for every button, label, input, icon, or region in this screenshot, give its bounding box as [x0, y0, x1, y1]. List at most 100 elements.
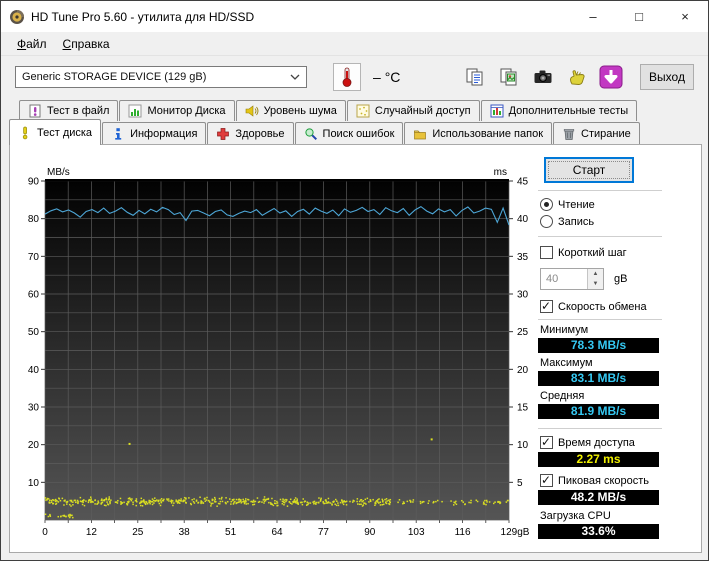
- svg-text:25: 25: [517, 327, 529, 338]
- app-window: HD Tune Pro 5.60 - утилита для HD/SSD – …: [0, 0, 709, 561]
- stride-size-spinner[interactable]: 40 ▲ ▼: [540, 268, 604, 290]
- tab-strip: Тест в файл Монитор Диска Уровень шума С…: [1, 99, 708, 145]
- spinner-up-icon[interactable]: ▲: [588, 269, 603, 279]
- burst-rate-checkbox[interactable]: Пиковая скорость: [540, 473, 662, 487]
- svg-text:35: 35: [517, 252, 529, 263]
- divider: [538, 190, 662, 191]
- benchmark-chart: 908070605040302010454035302520151050 12 25…: [28, 167, 529, 538]
- tab-noise-level[interactable]: Уровень шума: [235, 100, 346, 121]
- svg-text:0: 0: [42, 527, 48, 538]
- svg-text:15: 15: [517, 403, 529, 414]
- checkbox-icon: [540, 473, 553, 487]
- tab-information[interactable]: Информация: [102, 122, 207, 144]
- extra-tests-icon: [490, 104, 504, 118]
- chevron-down-icon: [290, 74, 300, 80]
- svg-text:25: 25: [132, 527, 144, 538]
- short-stride-checkbox[interactable]: Короткий шаг: [540, 246, 662, 259]
- svg-text:12: 12: [86, 527, 98, 538]
- svg-text:40: 40: [28, 365, 40, 376]
- exit-button[interactable]: Выход: [640, 64, 694, 90]
- temperature-value: – °C: [373, 69, 401, 85]
- svg-text:116: 116: [455, 527, 471, 538]
- checkbox-icon: [540, 435, 553, 449]
- average-label: Средняя: [540, 390, 585, 402]
- device-select[interactable]: Generic STORAGE DEVICE (129 gB): [15, 66, 307, 88]
- divider: [538, 428, 662, 429]
- read-radio[interactable]: Чтение: [540, 198, 662, 211]
- svg-text:45: 45: [517, 177, 529, 188]
- svg-text:40: 40: [517, 214, 529, 225]
- close-button[interactable]: ×: [662, 1, 708, 32]
- minimize-button[interactable]: –: [570, 1, 616, 32]
- svg-text:129gB: 129gB: [501, 527, 529, 538]
- copy-image-button[interactable]: [495, 64, 522, 91]
- tab-error-scan[interactable]: Поиск ошибок: [294, 122, 404, 144]
- minimum-value: 78.3 MB/s: [538, 338, 659, 353]
- erase-icon: [563, 128, 575, 140]
- tab-extra-tests[interactable]: Дополнительные тесты: [480, 100, 638, 121]
- copy-text-button[interactable]: [461, 64, 488, 91]
- maximize-button[interactable]: □: [616, 1, 662, 32]
- svg-text:90: 90: [28, 177, 40, 188]
- svg-text:38: 38: [179, 527, 191, 538]
- camera-icon: [534, 70, 551, 83]
- copy-image-icon: [500, 68, 516, 86]
- tab-disk-monitor[interactable]: Монитор Диска: [119, 100, 235, 121]
- thermometer-icon: [342, 67, 352, 87]
- svg-text:5: 5: [517, 478, 523, 489]
- minimum-label: Минимум: [540, 324, 589, 336]
- stride-unit-label: gB: [614, 273, 628, 285]
- svg-text:70: 70: [28, 252, 40, 263]
- info-icon: [115, 127, 122, 140]
- tab-disk-benchmark[interactable]: Тест диска: [9, 119, 102, 145]
- svg-text:103: 103: [408, 527, 425, 538]
- write-radio[interactable]: Запись: [540, 215, 662, 228]
- svg-text:30: 30: [28, 403, 40, 414]
- disk-monitor-icon: [128, 104, 142, 118]
- svg-text:77: 77: [318, 527, 330, 538]
- tab-file-benchmark[interactable]: Тест в файл: [19, 100, 119, 121]
- svg-text:ms: ms: [494, 167, 507, 178]
- svg-text:90: 90: [364, 527, 376, 538]
- radio-icon: [540, 215, 553, 228]
- copy-text-icon: [466, 68, 482, 86]
- hand-save-button[interactable]: [563, 64, 590, 91]
- cpu-usage-value: 33.6%: [538, 524, 659, 539]
- cpu-usage-label: Загрузка CPU: [540, 510, 611, 522]
- spinner-down-icon[interactable]: ▼: [588, 279, 603, 289]
- maximum-value: 83.1 MB/s: [538, 371, 659, 386]
- svg-text:10: 10: [28, 478, 40, 489]
- svg-text:10: 10: [517, 440, 529, 451]
- menu-help[interactable]: Справка: [55, 34, 118, 54]
- screenshot-button[interactable]: [529, 64, 556, 91]
- device-select-value: Generic STORAGE DEVICE (129 gB): [22, 71, 207, 83]
- menu-file[interactable]: Файл: [9, 34, 55, 54]
- tab-erase[interactable]: Стирание: [553, 122, 640, 144]
- disk-test-icon: [22, 126, 28, 139]
- title-bar: HD Tune Pro 5.60 - утилита для HD/SSD – …: [1, 1, 708, 32]
- error-scan-icon: [304, 127, 317, 140]
- access-time-checkbox[interactable]: Время доступа: [540, 435, 662, 449]
- download-button[interactable]: [597, 64, 624, 91]
- transfer-rate-checkbox[interactable]: Скорость обмена: [540, 299, 662, 313]
- maximum-label: Максимум: [540, 357, 593, 369]
- average-value: 81.9 MB/s: [538, 404, 659, 419]
- download-arrow-icon: [599, 65, 622, 89]
- tab-folder-usage[interactable]: Использование папок: [404, 122, 553, 144]
- menu-bar: Файл Справка: [1, 32, 708, 56]
- tab-health[interactable]: Здоровье: [207, 122, 294, 144]
- checkbox-icon: [540, 246, 553, 259]
- svg-text:20: 20: [517, 365, 529, 376]
- svg-text:60: 60: [28, 290, 40, 301]
- benchmark-page: 90 80 70 60 50 40 30 20 10 45 40 35 30 25 20 15 10 5 0 12 25…: [9, 144, 702, 553]
- noise-level-icon: [245, 105, 259, 117]
- divider: [538, 236, 662, 237]
- temperature-button[interactable]: [333, 63, 361, 91]
- divider: [538, 319, 662, 320]
- tab-random-access[interactable]: Случайный доступ: [346, 100, 480, 121]
- svg-text:20: 20: [28, 440, 40, 451]
- start-button[interactable]: Старт: [544, 157, 634, 183]
- access-time-value: 2.27 ms: [538, 452, 659, 467]
- svg-text:51: 51: [225, 527, 237, 538]
- hd-tune-disk-icon: [10, 9, 24, 24]
